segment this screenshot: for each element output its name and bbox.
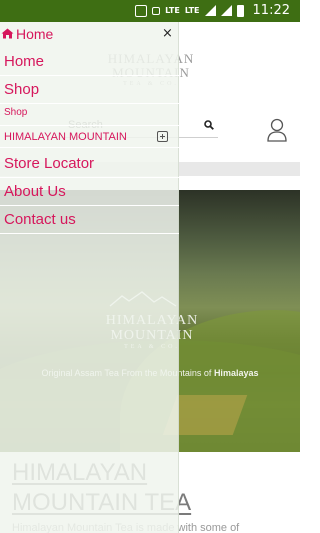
clock: 11:22 — [252, 3, 290, 18]
nav-item-home[interactable]: Home — [0, 48, 179, 76]
nav-item-label: Home — [4, 53, 45, 70]
nav-item-himalayan-mountain[interactable]: HIMALAYAN MOUNTAIN — [0, 126, 179, 148]
user-icon[interactable] — [266, 118, 288, 142]
nav-item-label: HIMALAYAN MOUNTAIN — [4, 131, 127, 143]
nav-item-label: Contact us — [4, 211, 76, 228]
nav-item-label: Shop — [4, 81, 40, 98]
nav-item-label: Shop — [4, 107, 28, 118]
battery-icon — [236, 4, 244, 17]
drawer-header: Home × — [0, 22, 179, 46]
nav-item-store-locator[interactable]: Store Locator — [0, 150, 179, 178]
lte-label: LTE — [165, 5, 180, 15]
nav-item-shop[interactable]: Shop — [0, 76, 179, 104]
expand-plus-icon[interactable] — [157, 131, 168, 142]
vibrate-icon — [135, 4, 148, 17]
status-bar: LTE LTE 11:22 — [0, 0, 300, 22]
nav-item-contact-us[interactable]: Contact us — [0, 206, 179, 234]
nav-item-about-us[interactable]: About Us — [0, 178, 179, 206]
home-icon — [1, 28, 14, 39]
notification-icon — [152, 6, 161, 15]
lte-label-2: LTE — [184, 5, 200, 15]
nav-subitem-shop[interactable]: Shop — [0, 104, 179, 126]
drawer-title: Home — [16, 26, 54, 42]
close-drawer-button[interactable]: × — [162, 26, 173, 41]
nav-item-label: Store Locator — [4, 155, 95, 172]
nav-item-label: About Us — [4, 183, 66, 200]
search-icon[interactable] — [204, 120, 214, 130]
signal-icon-2 — [220, 5, 232, 16]
hero-tagline-bold: Himalayas — [213, 368, 259, 378]
signal-icon — [204, 5, 216, 16]
nav-drawer: Home × Home Shop Shop HIMALAYAN MOUNTAIN… — [0, 22, 179, 533]
